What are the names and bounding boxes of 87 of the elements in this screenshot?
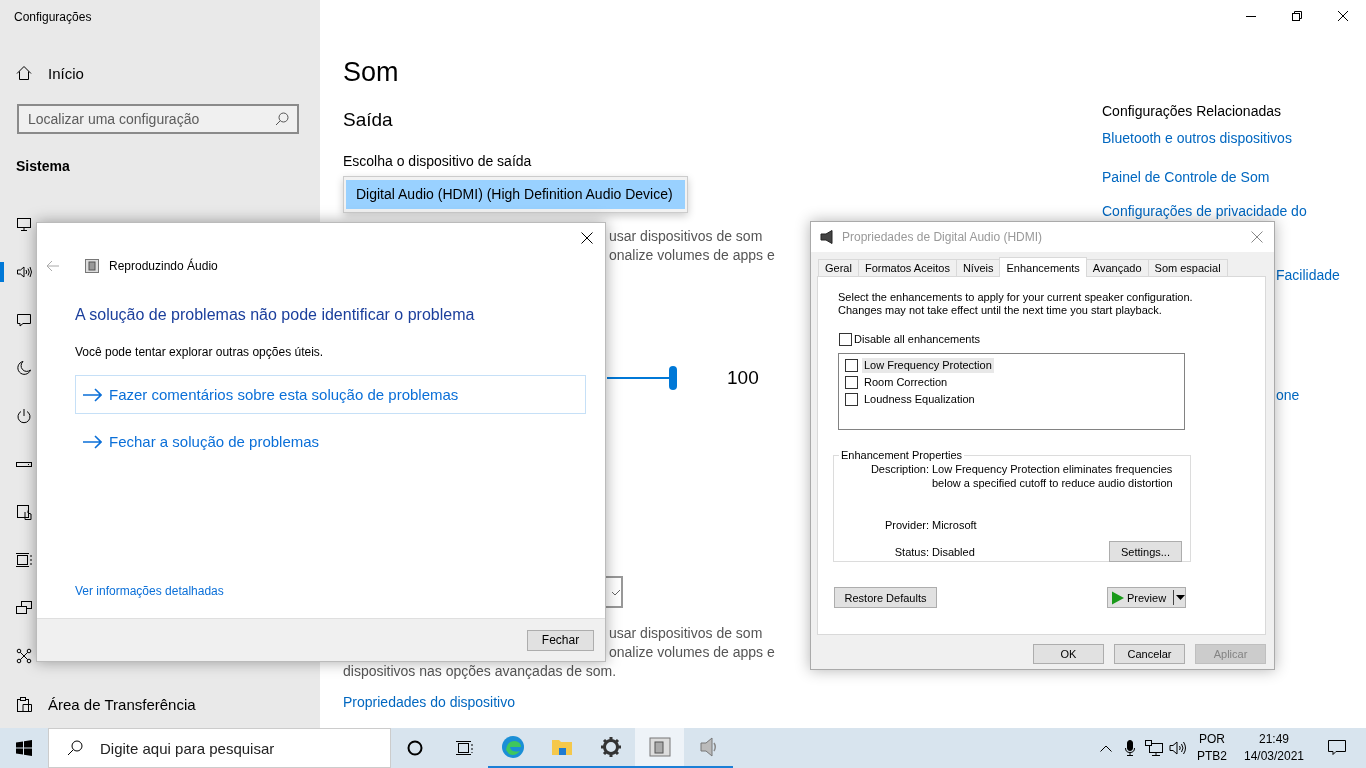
home-nav-item[interactable]: Início <box>16 53 84 93</box>
dialog-title: Propriedades de Digital Audio (HDMI) <box>842 230 1043 244</box>
close-icon <box>1251 231 1263 243</box>
field-value: Low Frequency Protection eliminates frequencies below a specified cutoff to reduce audio distortion <box>932 462 1174 490</box>
play-icon <box>1111 590 1125 605</box>
dialog-title: Reproduzindo Áudio <box>109 259 218 273</box>
window-title: Configurações <box>13 9 93 26</box>
dropdown-option[interactable]: Digital Audio (HDMI) (High Definition Audio Device) <box>346 180 685 209</box>
restore-defaults-button[interactable]: Restore Defaults <box>834 587 937 608</box>
checkbox[interactable] <box>839 332 852 346</box>
checkbox[interactable] <box>845 393 858 406</box>
option-link[interactable]: Fechar a solução de problemas <box>75 422 586 461</box>
language-indicator[interactable]: POR PTB2 <box>1194 728 1230 768</box>
field-label: Description: <box>869 462 929 477</box>
dialog-button[interactable]: OK <box>1033 644 1104 664</box>
dialog-button[interactable]: Cancelar <box>1114 644 1185 664</box>
related-link[interactable]: Painel de Controle de Som <box>1102 167 1270 187</box>
close-icon <box>1338 11 1348 21</box>
tab[interactable]: Som espacial <box>1147 259 1228 276</box>
field-label: Status: <box>893 544 929 559</box>
device-properties-link[interactable]: Propriedades do dispositivo <box>343 692 515 712</box>
search-icon <box>67 740 83 756</box>
microphone-icon <box>1125 740 1135 756</box>
clock[interactable]: 21:49 14/03/2021 <box>1238 728 1310 768</box>
field-label: Escolha o dispositivo de saída <box>343 152 532 171</box>
checkbox[interactable] <box>845 359 858 372</box>
field-value: Disabled <box>932 544 976 559</box>
speaker-icon <box>16 264 32 280</box>
notification-icon <box>1328 740 1346 756</box>
field-label: Provider: <box>883 518 929 532</box>
group-title: Enhancement Properties <box>840 449 964 462</box>
arrow-icon <box>83 387 102 402</box>
list-item[interactable]: Room Correction <box>862 375 950 390</box>
close-icon <box>581 232 593 244</box>
home-icon <box>16 65 32 81</box>
related-link[interactable]: Configurações de privacidade do <box>1102 201 1307 221</box>
cortana-icon <box>407 740 423 756</box>
volume-icon <box>1169 740 1187 756</box>
related-link[interactable]: Facilidade <box>1276 265 1340 285</box>
details-link[interactable]: Ver informações detalhadas <box>75 583 224 599</box>
list-item[interactable]: Low Frequency Protection <box>862 358 994 373</box>
description-text: usar dispositivos de som <box>609 227 763 246</box>
slider-thumb[interactable] <box>669 366 677 390</box>
section-heading: Configurações Relacionadas <box>1102 102 1281 121</box>
tab[interactable]: Geral <box>818 259 859 276</box>
close-button[interactable]: Fechar <box>527 629 594 651</box>
checkbox-label: Disable all enhancements <box>854 333 980 345</box>
app-icon <box>647 735 672 759</box>
section-heading: Sistema <box>16 157 70 176</box>
arrow-icon <box>83 434 102 449</box>
speaker-icon <box>820 230 834 244</box>
related-link[interactable]: one <box>1276 385 1300 405</box>
list-item[interactable]: Loudness Equalization <box>862 392 977 407</box>
description-text: usar dispositivos de som <box>609 624 763 643</box>
volume-value: 100 <box>727 367 759 389</box>
task-view-icon <box>454 740 473 756</box>
related-link[interactable]: Bluetooth e outros dispositivos <box>1102 128 1292 148</box>
gear-icon <box>598 735 623 759</box>
field-value: Microsoft <box>932 518 978 532</box>
tab[interactable]: Enhancements <box>999 257 1087 277</box>
network-icon <box>1145 740 1163 756</box>
tab[interactable]: Avançado <box>1085 259 1149 276</box>
checkbox[interactable] <box>845 376 858 389</box>
search-field[interactable]: Localizar uma configuração <box>17 104 299 134</box>
chevron-icon <box>612 588 621 596</box>
dialog-text: Você pode tentar explorar outras opções úteis. <box>75 344 324 360</box>
nav-item[interactable]: Área de Transferência <box>16 695 196 713</box>
back-arrow-icon <box>46 260 60 272</box>
chevron-up-icon <box>1100 744 1112 752</box>
option-link[interactable]: Fazer comentários sobre esta solução de problemas <box>75 375 586 414</box>
windows-icon <box>16 740 32 756</box>
maximize-icon <box>1292 11 1302 21</box>
caret-icon <box>1176 595 1185 600</box>
volume-slider[interactable] <box>607 366 677 390</box>
description-text: onalize volumes de apps e <box>609 246 775 265</box>
taskbar-search-field[interactable]: Digite aqui para pesquisar <box>48 728 391 768</box>
dialog-heading: A solução de problemas não pode identificar o problema <box>75 305 475 325</box>
section-heading: Saída <box>343 108 393 132</box>
settings-button[interactable]: Settings... <box>1109 541 1182 562</box>
description-text: onalize volumes de apps e <box>609 643 775 662</box>
description-text: dispositivos nas opções avançadas de som. <box>343 662 617 681</box>
preview-button[interactable]: Preview <box>1107 587 1186 608</box>
instruction-text: Select the enhancements to apply for your current speaker configuration. Changes may not take effect until the next time you start playback. <box>838 291 1194 317</box>
page-title: Som <box>343 56 399 89</box>
edge-icon <box>500 735 525 759</box>
search-icon <box>275 112 289 126</box>
app-icon <box>85 259 99 273</box>
